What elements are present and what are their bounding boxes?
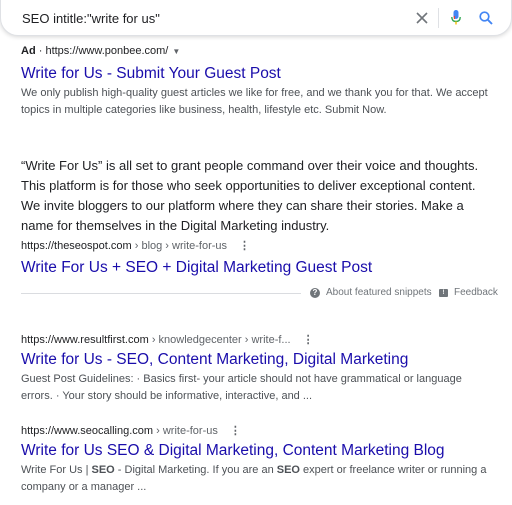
- search-bar: [0, 0, 512, 36]
- divider: [21, 293, 301, 294]
- snippet-bold: SEO: [276, 464, 300, 476]
- ad-separator: ·: [35, 45, 46, 57]
- result-snippet: Write For Us | SEO - Digital Marketing. …: [21, 462, 491, 496]
- featured-url-line: https://theseospot.com › blog › write-fo…: [21, 239, 491, 253]
- result-url-line: https://www.seocalling.com › write-for-u…: [21, 424, 491, 438]
- more-vert-icon[interactable]: ⋮: [230, 425, 241, 437]
- search-result: https://www.seocalling.com › write-for-u…: [21, 424, 491, 496]
- featured-breadcrumb: › blog › write-for-us: [131, 240, 228, 252]
- ad-url[interactable]: https://www.ponbee.com/: [45, 45, 168, 57]
- featured-snippet: “Write For Us” is all set to grant peopl…: [21, 156, 494, 236]
- search-divider: [438, 8, 439, 28]
- result-snippet: Guest Post Guidelines: · Basics first- y…: [21, 373, 462, 402]
- about-featured-snippets[interactable]: ? About featured snippets: [310, 287, 432, 298]
- close-icon[interactable]: [413, 9, 431, 27]
- featured-url[interactable]: https://theseospot.com: [21, 240, 132, 252]
- ad-url-line: Ad · https://www.ponbee.com/ ▼: [21, 44, 491, 59]
- caret-down-icon[interactable]: ▼: [172, 47, 180, 56]
- mic-icon[interactable]: [447, 9, 465, 27]
- search-input[interactable]: [22, 8, 402, 28]
- result-title-link[interactable]: Write for Us SEO & Digital Marketing, Co…: [21, 441, 491, 461]
- result-url[interactable]: https://www.seocalling.com: [21, 425, 153, 437]
- result-breadcrumb: › write-for-us: [153, 425, 218, 437]
- search-icon[interactable]: [477, 9, 495, 27]
- result-breadcrumb: › knowledgecenter › write-f...: [148, 334, 291, 346]
- result-url-line: https://www.resultfirst.com › knowledgec…: [21, 333, 491, 347]
- ad-label: Ad: [21, 45, 36, 57]
- more-vert-icon[interactable]: ⋮: [303, 334, 314, 346]
- about-featured-snippets-label: About featured snippets: [326, 287, 432, 298]
- featured-source: https://theseospot.com › blog › write-fo…: [21, 239, 491, 278]
- feedback-label: Feedback: [454, 287, 498, 298]
- ad-result: Ad · https://www.ponbee.com/ ▼ Write for …: [21, 44, 491, 119]
- snippet-text: Write For Us |: [21, 464, 92, 476]
- ad-snippet: We only publish high-quality guest artic…: [21, 87, 488, 116]
- featured-title-link[interactable]: Write For Us + SEO + Digital Marketing G…: [21, 258, 491, 278]
- help-icon: ?: [310, 287, 320, 298]
- snippet-bold: SEO: [91, 464, 115, 476]
- feedback-link[interactable]: ! Feedback: [439, 287, 498, 298]
- featured-snippet-text: “Write For Us” is all set to grant peopl…: [21, 158, 479, 233]
- feedback-icon: !: [439, 288, 448, 297]
- more-vert-icon[interactable]: ⋮: [239, 240, 250, 252]
- ad-title-link[interactable]: Write for Us - Submit Your Guest Post: [21, 64, 491, 84]
- search-result: https://www.resultfirst.com › knowledgec…: [21, 333, 491, 405]
- featured-snippet-footer: ? About featured snippets ! Feedback: [21, 287, 498, 301]
- result-title-link[interactable]: Write for Us - SEO, Content Marketing, D…: [21, 350, 491, 370]
- snippet-text: - Digital Marketing. If you are an: [114, 464, 277, 476]
- result-url[interactable]: https://www.resultfirst.com: [21, 334, 149, 346]
